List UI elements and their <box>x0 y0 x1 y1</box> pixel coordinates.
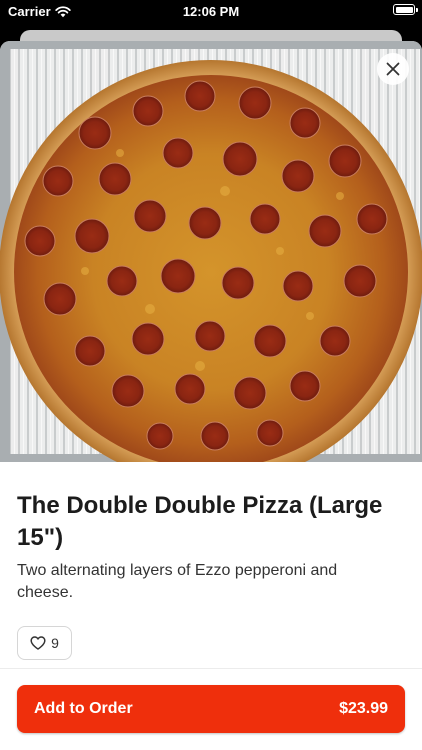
add-to-order-label: Add to Order <box>34 700 133 717</box>
status-right <box>393 4 418 15</box>
item-price: $23.99 <box>339 700 388 717</box>
status-bar: Carrier 12:06 PM <box>0 0 422 22</box>
item-title: The Double Double Pizza (Large 15") <box>17 492 383 551</box>
status-time: 12:06 PM <box>182 4 240 19</box>
divider <box>0 668 422 669</box>
close-icon <box>386 62 400 76</box>
add-to-order-button[interactable]: Add to Order $23.99 <box>17 685 405 733</box>
pizza-image <box>0 41 422 462</box>
battery-icon <box>393 4 418 15</box>
item-image <box>0 41 422 462</box>
close-button[interactable] <box>377 53 409 85</box>
item-description: Two alternating layers of Ezzo pepperoni… <box>17 562 338 601</box>
item-detail-sheet: The Double Double Pizza (Large 15") Two … <box>0 41 422 750</box>
heart-icon <box>30 636 46 650</box>
like-count: 9 <box>51 635 59 651</box>
like-button[interactable]: 9 <box>17 626 72 660</box>
